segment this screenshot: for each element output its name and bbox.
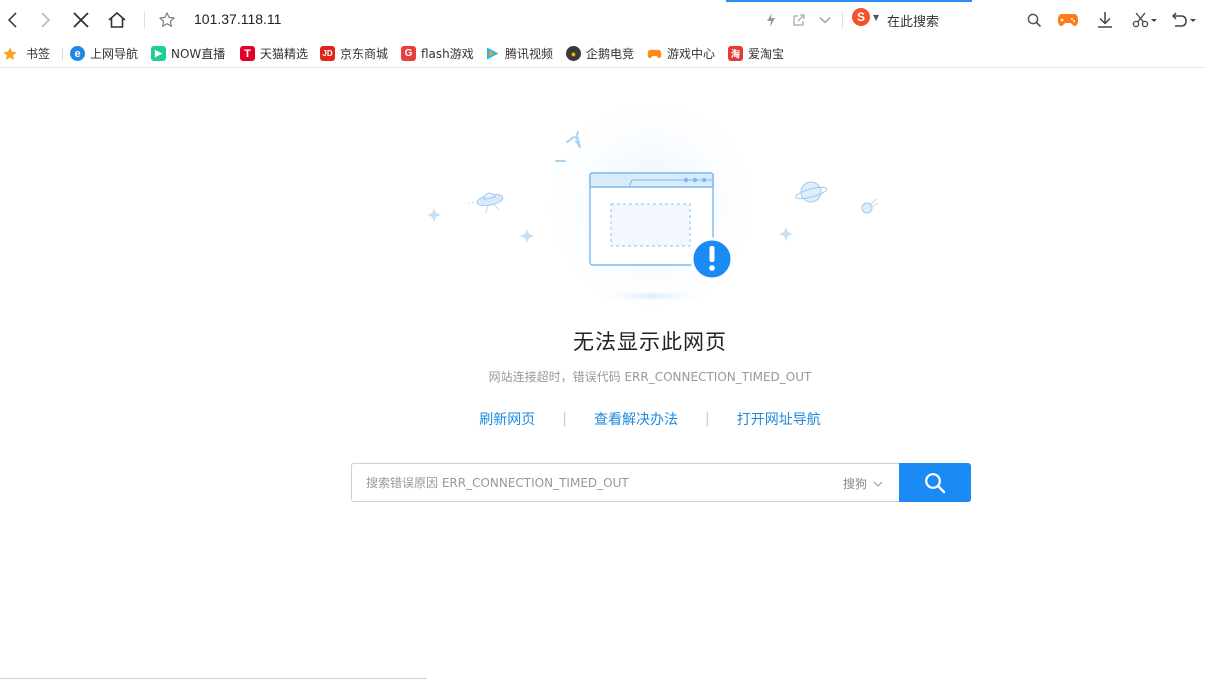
gamepad-icon xyxy=(1058,14,1078,26)
chevron-down-icon xyxy=(819,17,831,24)
browser-toolbar: 101.37.118.11 S ▼ 在此搜索 xyxy=(0,0,1205,39)
tmall-icon: T xyxy=(240,46,255,61)
star-outline-icon xyxy=(159,12,175,27)
search-icon xyxy=(1027,13,1041,27)
forward-button[interactable] xyxy=(32,7,58,33)
jd-icon: JD xyxy=(320,46,335,61)
home-icon xyxy=(108,11,126,28)
error-actions: 刷新网页 | 查看解决办法 | 打开网址导航 xyxy=(0,409,1205,429)
open-nav-link[interactable]: 打开网址导航 xyxy=(737,409,821,429)
bookmark-label: 爱淘宝 xyxy=(748,47,785,61)
download-button[interactable] xyxy=(1092,7,1118,33)
share-icon xyxy=(793,14,805,26)
comet-icon xyxy=(861,198,879,214)
bookmark-item-tmall[interactable]: T 天猫精选 xyxy=(240,45,308,62)
bookmark-label: 游戏中心 xyxy=(667,47,716,61)
search-engine-dropdown[interactable]: 搜狗 xyxy=(843,475,883,492)
search-button[interactable] xyxy=(899,463,971,502)
search-engine-label: 搜狗 xyxy=(843,477,868,491)
bookmark-label: flash游戏 xyxy=(421,47,474,61)
bookmark-label: 天猫精选 xyxy=(260,47,309,61)
back-button[interactable] xyxy=(0,7,26,33)
now-live-icon: ▶ xyxy=(151,46,166,61)
toolbar-divider xyxy=(842,11,843,29)
bookmark-item-tencent-video[interactable]: 腾讯视频 xyxy=(485,45,553,62)
bookmark-label: 上网导航 xyxy=(90,47,139,61)
error-search-box: 搜狗 xyxy=(351,463,900,502)
bookmarks-bar: 书签 e 上网导航 ▶ NOW直播 T 天猫精选 JD 京东商城 G flash… xyxy=(0,39,1205,68)
planet-icon xyxy=(795,181,828,203)
refresh-link[interactable]: 刷新网页 xyxy=(479,409,535,429)
lightning-icon xyxy=(767,13,775,27)
speed-mode-button[interactable] xyxy=(758,7,784,33)
toolbar-search-input[interactable]: 在此搜索 xyxy=(887,11,939,30)
ufo-icon xyxy=(476,192,504,214)
bookmark-folder[interactable]: 书签 xyxy=(2,45,50,62)
search-engine-selector[interactable]: S ▼ xyxy=(852,8,879,26)
home-button[interactable] xyxy=(104,7,130,33)
penguin-esports-icon: ● xyxy=(566,46,581,61)
ie-e-icon: e xyxy=(70,46,85,61)
star-icon xyxy=(3,46,17,60)
tencent-video-icon xyxy=(485,46,500,61)
chevron-right-icon xyxy=(41,12,51,28)
link-separator: | xyxy=(705,411,710,427)
undo-icon xyxy=(1171,12,1196,27)
bookmark-label: NOW直播 xyxy=(171,47,226,61)
bookmark-item-nav[interactable]: e 上网导航 xyxy=(70,45,138,62)
toolbar-search-button[interactable] xyxy=(1021,7,1047,33)
sparkle-icon xyxy=(427,208,441,222)
undo-close-button[interactable] xyxy=(1166,7,1200,33)
favorite-button[interactable] xyxy=(154,7,180,33)
sparkle-icon xyxy=(520,229,534,243)
flash-game-icon: G xyxy=(401,46,416,61)
bookmark-label: 京东商城 xyxy=(340,47,389,61)
bookmark-label: 腾讯视频 xyxy=(505,47,554,61)
game-center-icon xyxy=(647,46,662,61)
address-dropdown-button[interactable] xyxy=(812,7,838,33)
view-solutions-link[interactable]: 查看解决办法 xyxy=(594,409,678,429)
status-bar-edge xyxy=(0,678,427,679)
close-icon xyxy=(73,12,89,28)
bookmarks-divider xyxy=(62,48,63,60)
bookmark-item-penguin-esports[interactable]: ● 企鹅电竞 xyxy=(566,45,634,62)
screenshot-button[interactable] xyxy=(1128,7,1162,33)
warning-badge-icon xyxy=(690,237,734,281)
chevron-left-icon xyxy=(7,12,17,28)
window-shadow xyxy=(590,289,714,303)
bookmark-item-game-center[interactable]: 游戏中心 xyxy=(647,45,715,62)
error-detail: 网站连接超时，错误代码 ERR_CONNECTION_TIMED_OUT xyxy=(488,370,812,384)
download-icon xyxy=(1098,12,1112,28)
chevron-down-icon xyxy=(873,481,883,487)
stop-button[interactable] xyxy=(68,7,94,33)
link-separator: | xyxy=(562,411,567,427)
error-illustration xyxy=(427,105,879,315)
sogou-logo-icon: S xyxy=(852,8,870,26)
ufo-trail xyxy=(467,201,479,204)
ai-taobao-icon: 淘 xyxy=(728,46,743,61)
bookmark-label: 企鹅电竞 xyxy=(586,47,635,61)
bookmark-item-flash[interactable]: G flash游戏 xyxy=(401,45,474,62)
game-button[interactable] xyxy=(1055,7,1081,33)
bookmark-item-now[interactable]: ▶ NOW直播 xyxy=(151,45,225,62)
sparkle-icon xyxy=(779,227,793,241)
scissors-icon xyxy=(1132,12,1157,28)
loading-progress-bar xyxy=(726,0,972,2)
bookmark-item-ai-taobao[interactable]: 淘 爱淘宝 xyxy=(728,45,784,62)
search-icon xyxy=(925,472,946,493)
bookmark-label: 书签 xyxy=(26,47,51,61)
address-bar-url[interactable]: 101.37.118.11 xyxy=(194,11,281,27)
error-title: 无法显示此网页 xyxy=(573,330,727,354)
error-search-input[interactable] xyxy=(366,464,826,501)
toolbar-divider xyxy=(144,11,145,29)
caret-down-icon: ▼ xyxy=(873,12,880,22)
share-button[interactable] xyxy=(786,7,812,33)
bookmark-item-jd[interactable]: JD 京东商城 xyxy=(320,45,388,62)
